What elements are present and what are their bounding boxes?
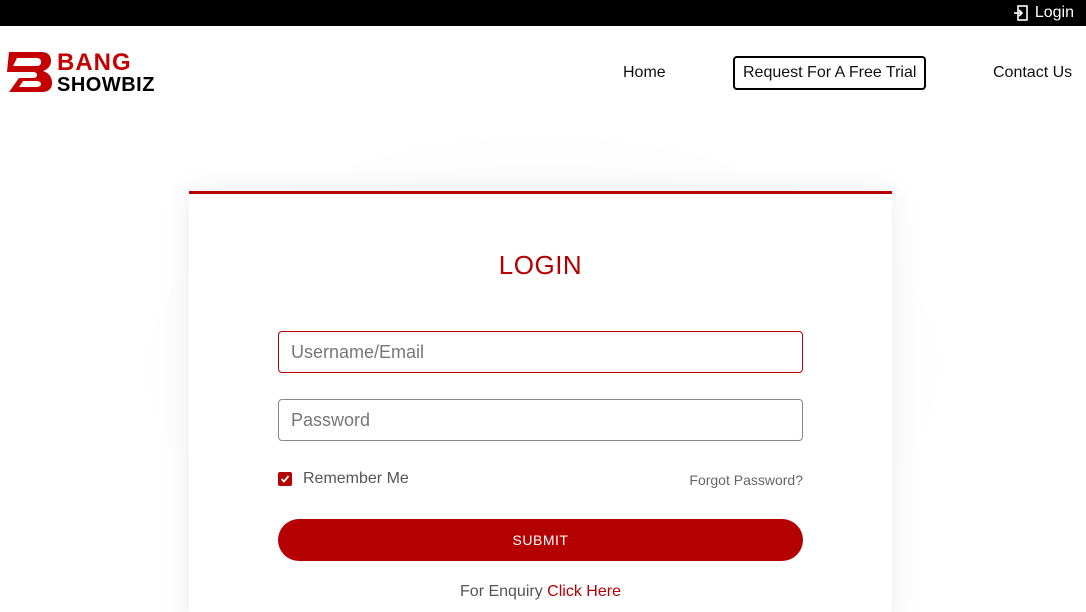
topbar-login-label: Login (1034, 4, 1074, 21)
login-card: LOGIN Remember Me Forgot Password? SUBMI… (189, 191, 892, 612)
nav-contact-us[interactable]: Contact Us (993, 26, 1072, 120)
free-trial-button[interactable]: Request For A Free Trial (733, 56, 927, 90)
topbar-login-link[interactable]: Login (1013, 0, 1074, 26)
enquiry-click-here-link[interactable]: Click Here (547, 583, 621, 600)
logo-text-showbiz: SHOWBIZ (57, 74, 155, 96)
bang-showbiz-logo[interactable]: BANG SHOWBIZ (5, 48, 210, 96)
password-input[interactable] (278, 399, 803, 441)
enquiry-line: For Enquiry Click Here (189, 583, 892, 601)
forgot-password-link[interactable]: Forgot Password? (689, 472, 803, 488)
remember-me-label: Remember Me (303, 470, 409, 487)
site-header: BANG SHOWBIZ Home Request For A Free Tri… (0, 26, 1086, 120)
enquiry-text: For Enquiry (460, 583, 543, 600)
submit-button[interactable]: SUBMIT (278, 519, 803, 561)
checkbox-checked-icon[interactable] (278, 472, 292, 486)
remember-me-checkbox[interactable]: Remember Me (278, 470, 409, 488)
nav-home-label: Home (623, 64, 666, 81)
nav-free-trial[interactable]: Request For A Free Trial (733, 26, 927, 120)
login-title: LOGIN (498, 250, 583, 280)
nav-home[interactable]: Home (623, 26, 666, 120)
nav-contact-label: Contact Us (993, 64, 1073, 81)
username-email-input[interactable] (278, 331, 803, 373)
logo-text-bang: BANG (57, 49, 132, 76)
sign-in-icon (1013, 5, 1028, 21)
top-bar: Login (0, 0, 1086, 26)
